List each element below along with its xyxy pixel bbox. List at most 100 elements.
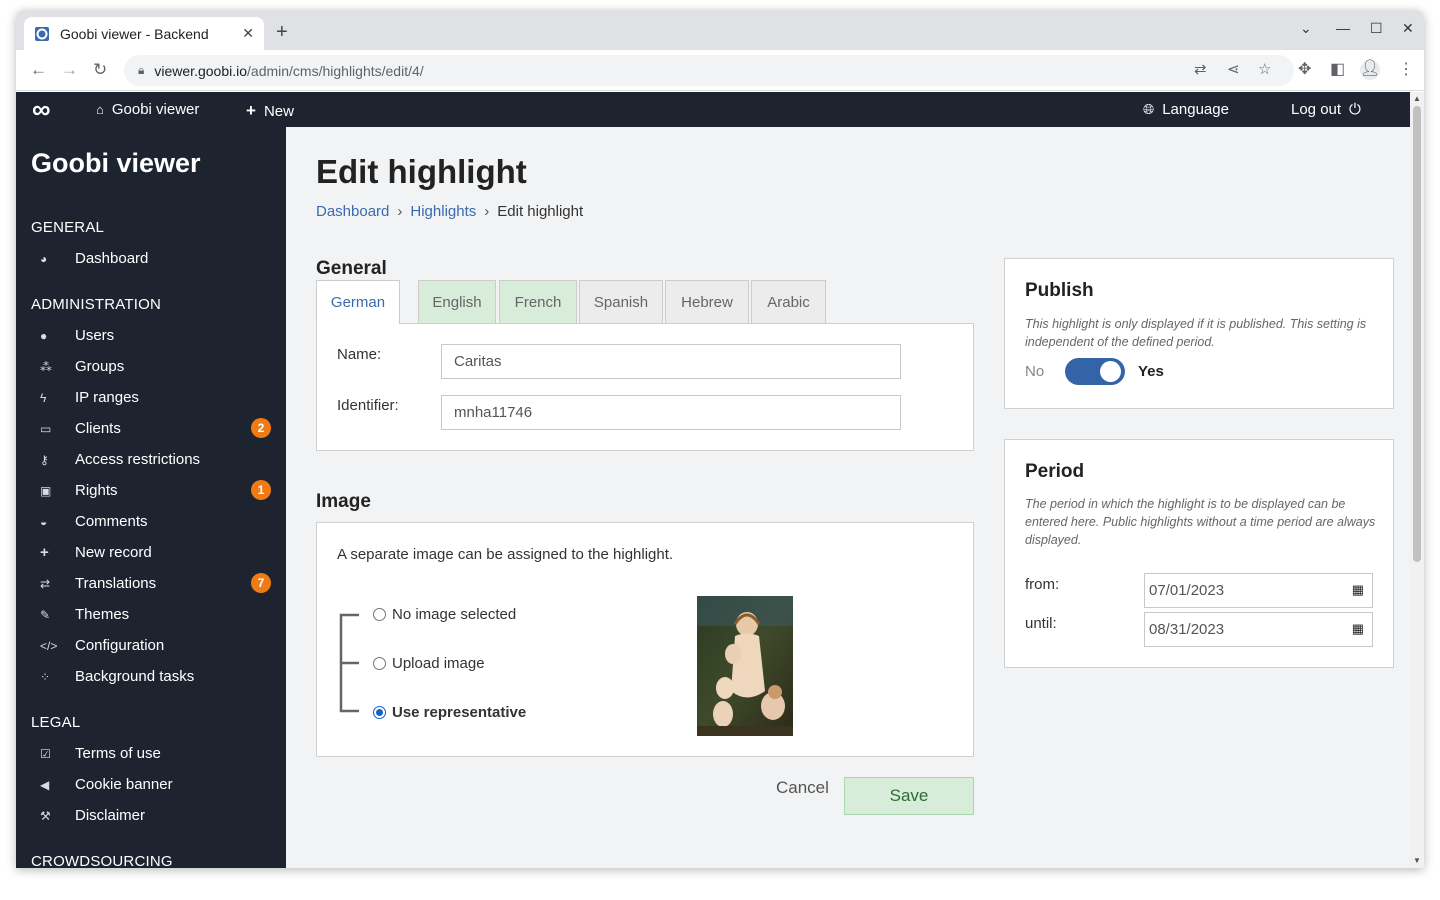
- radio-circle[interactable]: [373, 608, 386, 621]
- radio-use-representative[interactable]: Use representative: [373, 704, 526, 721]
- breadcrumb-separator-icon: ›: [484, 203, 490, 220]
- bookmark-star-icon[interactable]: ☆: [1258, 62, 1271, 78]
- publish-panel: Publish This highlight is only displayed…: [1004, 258, 1394, 409]
- checklist-icon: ☑: [40, 746, 51, 761]
- url-host: viewer.goobi.io: [154, 62, 248, 79]
- sidebar-item-configuration[interactable]: </> Configuration: [16, 630, 286, 661]
- sidebar-item-dashboard[interactable]: ◕ Dashboard: [16, 243, 286, 274]
- scroll-down-icon[interactable]: ▼: [1413, 856, 1421, 865]
- sidebar-item-ip-ranges[interactable]: ϟ IP ranges: [16, 382, 286, 413]
- tab-arabic[interactable]: Arabic: [751, 280, 826, 323]
- radio-label: No image selected: [392, 606, 517, 623]
- image-description: A separate image can be assigned to the …: [337, 546, 674, 563]
- radio-circle[interactable]: [373, 657, 386, 670]
- sidebar-item-rights[interactable]: ▣ Rights 1: [16, 475, 286, 506]
- nav-new-label: New: [263, 102, 294, 120]
- save-button[interactable]: Save: [844, 777, 974, 815]
- scroll-up-icon[interactable]: ▲: [1413, 94, 1421, 103]
- language-menu[interactable]: 🌐︎ Language: [1143, 101, 1229, 118]
- identifier-label: Identifier:: [337, 397, 399, 414]
- tab-french[interactable]: French: [499, 280, 577, 323]
- reload-icon[interactable]: ↻: [93, 61, 107, 79]
- sidebar-item-groups[interactable]: ⁂ Groups: [16, 351, 286, 382]
- back-icon[interactable]: ←: [30, 61, 47, 79]
- close-window-icon[interactable]: ✕: [1402, 20, 1414, 37]
- radio-label: Use representative: [392, 704, 527, 721]
- sidebar-item-access-restrictions[interactable]: ⚷ Access restrictions: [16, 444, 286, 475]
- tab-german[interactable]: German: [316, 280, 400, 324]
- sidebar-item-label: Groups: [75, 358, 125, 375]
- dashboard-icon: ◕: [40, 251, 48, 266]
- side-panel-icon[interactable]: ◧: [1330, 61, 1345, 79]
- sidebar-item-themes[interactable]: ✎ Themes: [16, 599, 286, 630]
- menu-kebab-icon[interactable]: ⋮: [1398, 61, 1414, 79]
- logout-button[interactable]: Log out ⏻: [1291, 101, 1361, 118]
- sidebar-item-label: Rights: [75, 482, 118, 499]
- sidebar-item-background-tasks[interactable]: ⁘ Background tasks: [16, 661, 286, 692]
- calendar-icon[interactable]: ▦: [1352, 621, 1364, 637]
- radio-no-image[interactable]: No image selected: [373, 606, 516, 623]
- page-title: Edit highlight: [316, 153, 527, 190]
- sidebar-item-users[interactable]: ● Users: [16, 320, 286, 351]
- exchange-icon: ⇄: [40, 576, 51, 591]
- tab-search-icon[interactable]: ⌄: [1300, 20, 1312, 37]
- extensions-icon[interactable]: ✥: [1298, 61, 1311, 79]
- identifier-input[interactable]: mnha11746: [441, 395, 901, 430]
- tab-hebrew[interactable]: Hebrew: [665, 280, 749, 323]
- representative-image-thumbnail: [697, 596, 793, 736]
- scrollbar-thumb[interactable]: [1413, 106, 1421, 562]
- name-input[interactable]: Caritas: [441, 344, 901, 379]
- goobi-logo-icon[interactable]: ∞: [32, 96, 51, 122]
- translate-icon[interactable]: ⇄: [1194, 62, 1207, 78]
- period-panel: Period The period in which the highlight…: [1004, 439, 1394, 668]
- new-tab-button[interactable]: +: [276, 22, 288, 42]
- until-date-input[interactable]: 08/31/2023 ▦: [1144, 612, 1373, 647]
- tab-spanish[interactable]: Spanish: [579, 280, 663, 323]
- breadcrumb-highlights-link[interactable]: Highlights: [410, 203, 476, 220]
- image-heading: Image: [316, 491, 371, 512]
- general-panel: Name: Caritas Identifier: mnha11746: [316, 323, 974, 451]
- spinner-icon: ⁘: [40, 669, 51, 684]
- key-icon: ⚷: [40, 452, 49, 467]
- calendar-icon[interactable]: ▦: [1352, 582, 1364, 598]
- page-scrollbar[interactable]: ▲ ▼: [1410, 92, 1424, 868]
- forward-icon[interactable]: →: [61, 61, 78, 79]
- publish-toggle[interactable]: [1065, 358, 1125, 385]
- until-label: until:: [1025, 615, 1057, 632]
- section-administration: ADMINISTRATION: [31, 296, 162, 313]
- sidebar-item-label: Access restrictions: [75, 451, 201, 468]
- tab-english[interactable]: English: [418, 280, 496, 323]
- period-heading: Period: [1025, 461, 1085, 482]
- sidebar-item-disclaimer[interactable]: ⚒ Disclaimer: [16, 800, 286, 831]
- share-icon[interactable]: ⋖: [1227, 62, 1240, 78]
- breadcrumb-dashboard-link[interactable]: Dashboard: [316, 203, 389, 220]
- user-icon: ●: [40, 328, 48, 343]
- sidebar-item-clients[interactable]: ▭ Clients 2: [16, 413, 286, 444]
- radio-circle-selected[interactable]: [373, 706, 386, 719]
- sidebar-item-translations[interactable]: ⇄ Translations 7: [16, 568, 286, 599]
- maximize-icon[interactable]: ☐: [1370, 20, 1383, 37]
- globe-icon: 🌐︎: [1143, 101, 1155, 117]
- profile-avatar-icon[interactable]: 👤︎: [1360, 60, 1380, 80]
- sidebar-item-terms-of-use[interactable]: ☑ Terms of use: [16, 738, 286, 769]
- lock-icon: ▣: [40, 483, 52, 498]
- brush-icon: ✎: [40, 607, 51, 622]
- clients-count-badge: 2: [251, 418, 271, 438]
- sidebar-item-new-record[interactable]: + New record: [16, 537, 286, 568]
- browser-tab[interactable]: Goobi viewer - Backend ✕: [24, 17, 264, 50]
- address-bar[interactable]: 🔒︎ viewer.goobi.io/admin/cms/highlights/…: [124, 55, 1294, 86]
- nav-home-link[interactable]: ⌂ Goobi viewer: [96, 101, 199, 118]
- radio-upload-image[interactable]: Upload image: [373, 655, 485, 672]
- sidebar-item-label: Users: [75, 327, 115, 344]
- sidebar-item-cookie-banner[interactable]: ◀ Cookie banner: [16, 769, 286, 800]
- radio-label: Upload image: [392, 655, 485, 672]
- sidebar-item-label: Comments: [75, 513, 148, 530]
- cancel-button[interactable]: Cancel: [776, 778, 829, 798]
- nav-new-menu[interactable]: + New: [246, 101, 294, 121]
- minimize-icon[interactable]: —: [1336, 20, 1350, 36]
- section-crowdsourcing: CROWDSOURCING: [31, 853, 173, 868]
- monitor-icon: ▭: [40, 421, 52, 436]
- close-tab-icon[interactable]: ✕: [242, 25, 254, 42]
- from-date-input[interactable]: 07/01/2023 ▦: [1144, 573, 1373, 608]
- sidebar-item-comments[interactable]: ◒ Comments: [16, 506, 286, 537]
